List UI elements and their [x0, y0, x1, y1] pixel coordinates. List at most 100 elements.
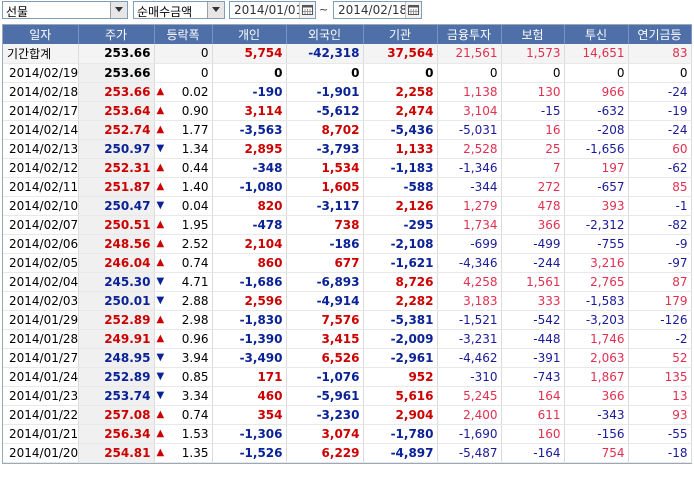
cell-date: 2014/01/24 — [3, 367, 79, 387]
cell-fin-invest: 3,104 — [437, 101, 502, 121]
table-row[interactable]: 2014/02/17 253.64 ▲ 0.90 3,114 -5,612 2,474 3,1… — [3, 101, 692, 121]
table-row[interactable]: 2014/02/05 246.04 ▲ 0.74 860 677 -1,621 -4,346-… — [3, 253, 692, 273]
cell-change: ▼ 0.04 — [154, 196, 213, 216]
table-row[interactable]: 2014/02/18 253.66 ▲ 0.02 -190 -1,901 2,258 1,13… — [3, 82, 692, 102]
cell-change: ▲ 1.40 — [154, 177, 213, 197]
cell-price: 256.34 — [78, 424, 155, 444]
cell-date: 2014/02/04 — [3, 272, 79, 292]
cell-trust: 197 — [564, 158, 629, 178]
table-row[interactable]: 2014/02/13 250.97 ▼ 1.34 2,895 -3,793 1,133 2,5… — [3, 139, 692, 159]
col-header-trust[interactable]: 투신 — [564, 25, 629, 44]
triangle-up-icon: ▲ — [156, 313, 165, 325]
metric-select-value: 순매수금액 — [137, 5, 193, 19]
table-row[interactable]: 2014/02/10 250.47 ▼ 0.04 820 -3,117 2,126 1,279… — [3, 196, 692, 216]
end-date-input[interactable]: 2014/02/18 — [333, 1, 422, 19]
metric-select[interactable]: 순매수금액 — [133, 1, 225, 19]
calendar-icon[interactable] — [405, 2, 421, 18]
table-row[interactable]: 2014/02/04 245.30 ▼ 4.71 -1,686 -6,893 8,726 4,… — [3, 272, 692, 292]
table-row[interactable]: 2014/01/21 256.34 ▲ 1.53 -1,306 3,074 -1,780 -1… — [3, 424, 692, 444]
triangle-down-icon: ▼ — [156, 199, 165, 211]
col-header-price[interactable]: 주가 — [78, 25, 155, 44]
cell-institution: 2,474 — [363, 101, 438, 121]
cell-price: 250.01 — [78, 291, 155, 311]
cell-insurance: 333 — [501, 291, 565, 311]
chevron-down-icon[interactable] — [110, 2, 127, 18]
change-value: 1.40 — [181, 179, 209, 194]
cell-price: 253.74 — [78, 386, 155, 406]
cell-foreign: 3,074 — [286, 424, 364, 444]
change-value: 2.98 — [181, 312, 209, 327]
cell-date: 2014/02/03 — [3, 291, 79, 311]
change-value: 1.53 — [181, 426, 209, 441]
chevron-down-icon[interactable] — [207, 2, 224, 18]
cell-foreign: -5,961 — [286, 386, 364, 406]
table-row[interactable]: 2014/02/07 250.51 ▲ 1.95 -478 738 -295 1,734 366… — [3, 215, 692, 235]
table-row[interactable]: 2014/02/06 248.56 ▲ 2.52 2,104 -186 -2,108 -699… — [3, 234, 692, 254]
cell-foreign: -4,914 — [286, 291, 364, 311]
cell-institution: 8,726 — [363, 272, 438, 292]
cell-individual: 354 — [212, 405, 287, 425]
cell-change: 0 — [154, 63, 213, 83]
cell-individual: -478 — [212, 215, 287, 235]
col-header-fin-invest[interactable]: 금융투자 — [437, 25, 502, 44]
table-row[interactable]: 2014/02/12 252.31 ▲ 0.44 -348 1,534 -1,183 -1,3… — [3, 158, 692, 178]
cell-pension: -24 — [628, 120, 692, 140]
col-header-change[interactable]: 등락폭 — [154, 25, 213, 44]
cell-institution: -588 — [363, 177, 438, 197]
table-row[interactable]: 2014/01/24 252.89 ▼ 0.85 171 -1,076 952 -310 -74… — [3, 367, 692, 387]
cell-date: 2014/02/10 — [3, 196, 79, 216]
summary-insurance: 1,573 — [501, 44, 565, 64]
table-row[interactable]: 2014/02/19 253.66 0 0 0 0 0 0 0 0 — [3, 63, 692, 83]
change-value: 0.96 — [181, 331, 209, 346]
cell-insurance: 164 — [501, 386, 565, 406]
triangle-down-icon: ▼ — [156, 275, 165, 287]
col-header-date[interactable]: 일자 — [3, 25, 79, 44]
table-row[interactable]: 2014/01/20 254.81 ▲ 1.35 -1,526 6,229 -4,897 -5… — [3, 443, 692, 463]
cell-date: 2014/02/14 — [3, 120, 79, 140]
cell-trust: 2,765 — [564, 272, 629, 292]
change-value: 0.74 — [181, 407, 209, 422]
summary-row[interactable]: 기간합계 253.66 0 5,754 -42,318 37,564 21,56… — [3, 44, 692, 64]
cell-trust: -343 — [564, 405, 629, 425]
table-header-row: 일자 주가 등락폭 개인 외국인 기관 금융투자 보험 투신 연기금등 — [3, 25, 692, 44]
cell-fin-invest: 1,279 — [437, 196, 502, 216]
col-header-institution[interactable]: 기관 — [363, 25, 438, 44]
cell-insurance: 25 — [501, 139, 565, 159]
col-header-pension[interactable]: 연기금등 — [628, 25, 692, 44]
col-header-insurance[interactable]: 보험 — [501, 25, 565, 44]
cell-pension: -18 — [628, 443, 692, 463]
triangle-up-icon: ▲ — [156, 427, 165, 439]
cell-pension: -1 — [628, 196, 692, 216]
table-row[interactable]: 2014/01/27 248.95 ▼ 3.94 -3,490 6,526 -2,961 -4… — [3, 348, 692, 368]
cell-date: 2014/01/29 — [3, 310, 79, 330]
cell-date: 2014/02/05 — [3, 253, 79, 273]
table-row[interactable]: 2014/02/03 250.01 ▼ 2.88 2,596 -4,914 2,282 3,1… — [3, 291, 692, 311]
table-row[interactable]: 2014/02/14 252.74 ▲ 1.77 -3,563 8,702 -5,436 -5… — [3, 120, 692, 140]
table-row[interactable]: 2014/01/22 257.08 ▲ 0.74 354 -3,230 2,904 2,400… — [3, 405, 692, 425]
table-row[interactable]: 2014/01/28 249.91 ▲ 0.96 -1,390 3,415 -2,009 -3… — [3, 329, 692, 349]
cell-insurance: 1,561 — [501, 272, 565, 292]
cell-pension: 13 — [628, 386, 692, 406]
change-value: 3.94 — [181, 350, 209, 365]
cell-price: 246.04 — [78, 253, 155, 273]
cell-institution: -5,436 — [363, 120, 438, 140]
summary-change: 0 — [154, 44, 213, 64]
cell-trust: -1,656 — [564, 139, 629, 159]
change-value: 1.77 — [181, 122, 209, 137]
cell-pension: 0 — [628, 63, 692, 83]
cell-change: ▲ 1.53 — [154, 424, 213, 444]
table-row[interactable]: 2014/01/29 252.89 ▲ 2.98 -1,830 7,576 -5,381 -1… — [3, 310, 692, 330]
cell-pension: -24 — [628, 82, 692, 102]
table-row[interactable]: 2014/02/11 251.87 ▲ 1.40 -1,080 1,605 -588 -344… — [3, 177, 692, 197]
cell-institution: -5,381 — [363, 310, 438, 330]
market-select[interactable]: 선물 — [2, 1, 128, 19]
cell-insurance: -391 — [501, 348, 565, 368]
cell-price: 250.97 — [78, 139, 155, 159]
cell-change: ▲ 1.95 — [154, 215, 213, 235]
calendar-icon[interactable] — [299, 2, 315, 18]
table-row[interactable]: 2014/01/23 253.74 ▼ 3.34 460 -5,961 5,616 5,245… — [3, 386, 692, 406]
col-header-foreign[interactable]: 외국인 — [286, 25, 364, 44]
col-header-individual[interactable]: 개인 — [212, 25, 287, 44]
start-date-input[interactable]: 2014/01/01 — [229, 1, 316, 19]
cell-price: 250.51 — [78, 215, 155, 235]
